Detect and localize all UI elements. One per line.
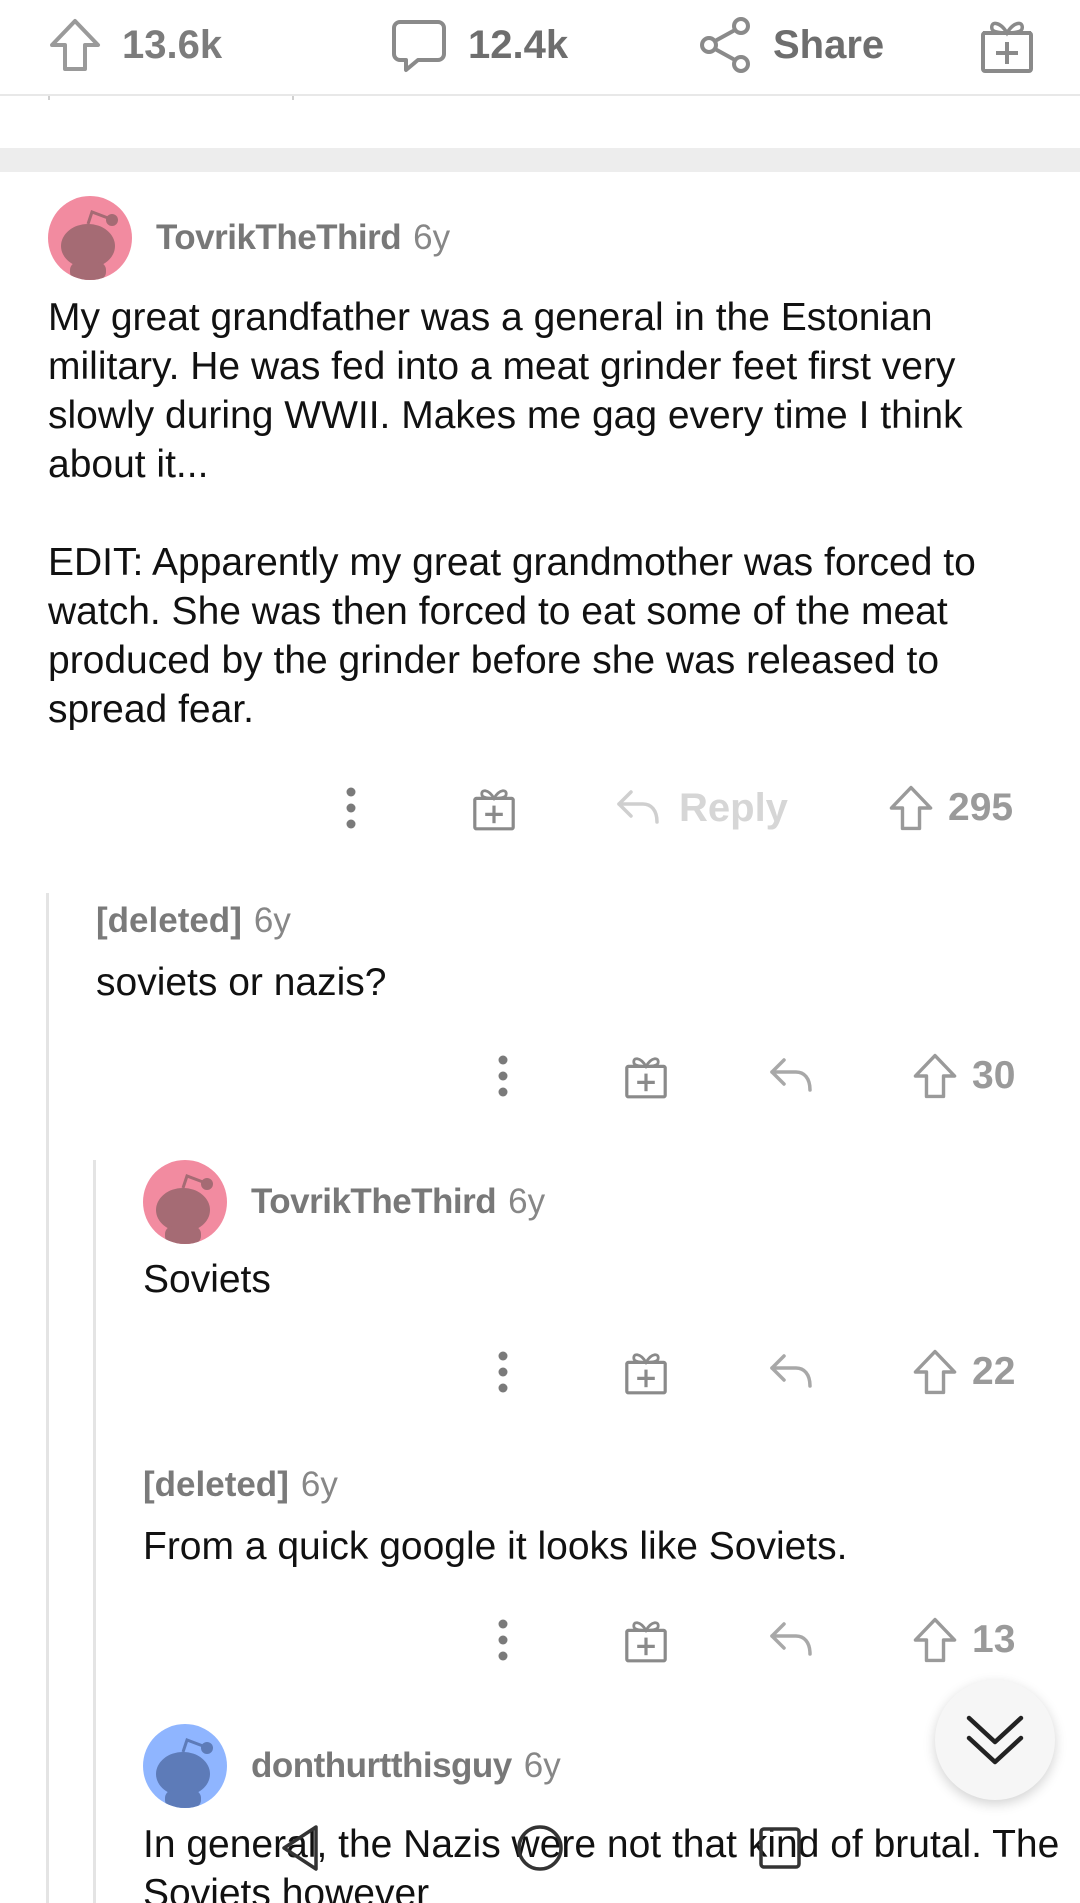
comment-age: 6y xyxy=(413,218,451,257)
award-button[interactable] xyxy=(622,1342,670,1402)
comment-actions: 22 xyxy=(0,1342,1080,1402)
comment-username[interactable]: TovrikTheThird xyxy=(156,218,402,258)
thread-stub xyxy=(48,96,50,100)
reply-arrow-icon xyxy=(770,1622,812,1656)
comment-username[interactable]: donthurtthisguy xyxy=(251,1746,512,1786)
post-share-button[interactable]: Share xyxy=(697,0,884,90)
comment-text: Soviets xyxy=(143,1258,271,1301)
reply-arrow-icon xyxy=(770,1354,812,1388)
post-upvote-button[interactable]: 13.6k xyxy=(48,0,222,90)
upvote-arrow-icon xyxy=(889,785,933,831)
system-navigation-bar xyxy=(0,1800,1080,1903)
vote-count: 30 xyxy=(972,1054,1016,1097)
gift-award-icon xyxy=(981,21,1033,73)
upvote-button[interactable]: 295 xyxy=(888,778,1013,838)
reply-button[interactable]: Reply xyxy=(615,778,788,838)
more-options-button[interactable] xyxy=(490,1046,516,1106)
thread-stub xyxy=(292,96,294,100)
comment-paragraph: EDIT: Apparently my great grandmother wa… xyxy=(48,541,976,731)
post-comments-button[interactable]: 12.4k xyxy=(390,0,568,90)
upvote-arrow-icon xyxy=(50,19,100,71)
post-tail xyxy=(0,96,1080,148)
comment-body: Soviets xyxy=(143,1255,1043,1304)
comment-actions: 30 xyxy=(0,1046,1080,1106)
comment-bubble-icon xyxy=(392,20,446,72)
avatar[interactable] xyxy=(143,1724,227,1808)
nav-home-button[interactable] xyxy=(512,1820,568,1876)
upvote-arrow-icon xyxy=(913,1349,957,1395)
comment-text: From a quick google it looks like Soviet… xyxy=(143,1525,848,1568)
award-button[interactable] xyxy=(622,1610,670,1670)
double-chevron-down-icon xyxy=(966,1715,1024,1765)
comment-actions: Reply 295 xyxy=(0,778,1080,838)
gift-award-icon xyxy=(625,1057,667,1099)
comment-username[interactable]: TovrikTheThird xyxy=(251,1182,497,1222)
more-vertical-icon xyxy=(346,787,356,829)
comment-age: 6y xyxy=(523,1746,561,1785)
snoo-avatar-icon xyxy=(48,196,132,280)
upvote-button[interactable]: 22 xyxy=(912,1342,1015,1402)
post-action-bar: 13.6k 12.4k Share xyxy=(0,0,1080,96)
back-triangle-icon xyxy=(282,1825,318,1871)
more-options-button[interactable] xyxy=(490,1342,516,1402)
comment-header: TovrikTheThird 6y xyxy=(143,1160,545,1244)
comment-paragraph: My great grandfather was a general in th… xyxy=(48,296,963,486)
reply-button[interactable] xyxy=(768,1342,814,1402)
more-vertical-icon xyxy=(498,1619,508,1661)
comment-username: [deleted] xyxy=(143,1465,289,1504)
comment-header: [deleted] 6y xyxy=(96,896,291,946)
comment-header: [deleted] 6y xyxy=(143,1460,338,1510)
more-vertical-icon xyxy=(498,1055,508,1097)
avatar[interactable] xyxy=(143,1160,227,1244)
comment-age: 6y xyxy=(300,1465,338,1504)
reply-button[interactable] xyxy=(768,1610,814,1670)
snoo-avatar-icon xyxy=(143,1160,227,1244)
upvote-arrow-icon xyxy=(913,1617,957,1663)
gift-award-icon xyxy=(625,1621,667,1663)
comment-actions: 13 xyxy=(0,1610,1080,1670)
upvote-button[interactable]: 13 xyxy=(912,1610,1015,1670)
comment-header: donthurtthisguy 6y xyxy=(143,1724,561,1808)
reply-arrow-icon xyxy=(617,790,659,824)
more-options-button[interactable] xyxy=(338,778,364,838)
comment-body: From a quick google it looks like Soviet… xyxy=(143,1522,1043,1571)
comment-age: 6y xyxy=(253,901,291,940)
post-comment-count: 12.4k xyxy=(468,22,569,67)
comment-header: TovrikTheThird 6y xyxy=(48,196,450,280)
home-circle-icon xyxy=(517,1825,563,1871)
comment-body: soviets or nazis? xyxy=(96,958,1046,1007)
nav-back-button[interactable] xyxy=(272,1820,328,1876)
vote-count: 295 xyxy=(948,786,1014,829)
more-vertical-icon xyxy=(498,1351,508,1393)
gift-award-icon xyxy=(625,1353,667,1395)
thread-line[interactable] xyxy=(93,1160,96,1903)
gift-award-icon xyxy=(473,789,515,831)
avatar[interactable] xyxy=(48,196,132,280)
recents-square-icon xyxy=(759,1827,801,1869)
award-button[interactable] xyxy=(622,1046,670,1106)
award-button[interactable] xyxy=(470,778,518,838)
vote-count: 22 xyxy=(972,1350,1016,1393)
reply-label: Reply xyxy=(679,785,788,830)
comment-username: [deleted] xyxy=(96,901,242,940)
upvote-arrow-icon xyxy=(913,1053,957,1099)
scroll-next-button[interactable] xyxy=(935,1680,1055,1800)
more-options-button[interactable] xyxy=(490,1610,516,1670)
vote-count: 13 xyxy=(972,1618,1016,1661)
reply-arrow-icon xyxy=(770,1058,812,1092)
comment-age: 6y xyxy=(508,1182,546,1221)
comment-text: soviets or nazis? xyxy=(96,961,387,1004)
upvote-button[interactable]: 30 xyxy=(912,1046,1015,1106)
reply-button[interactable] xyxy=(768,1046,814,1106)
snoo-avatar-icon xyxy=(143,1724,227,1808)
share-icon xyxy=(700,17,750,73)
post-award-button[interactable] xyxy=(978,0,1036,90)
share-label: Share xyxy=(773,22,885,67)
section-separator xyxy=(0,148,1080,172)
post-upvote-count: 13.6k xyxy=(122,22,223,67)
nav-recents-button[interactable] xyxy=(752,1820,808,1876)
comment-body: My great grandfather was a general in th… xyxy=(48,293,1048,734)
